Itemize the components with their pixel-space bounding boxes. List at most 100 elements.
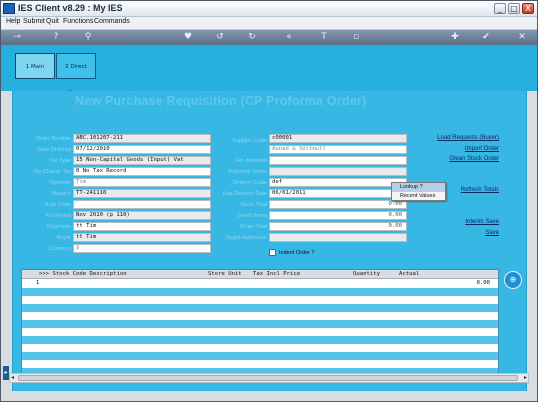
items-grid[interactable]: >>> Stock Code Description Store Unit Ta… xyxy=(21,269,499,381)
date-ordered-field[interactable]: 07/12/2010 xyxy=(73,145,211,154)
label-target-authoriser: Target Authoriser xyxy=(225,235,267,241)
close-icon[interactable]: ✕ xyxy=(515,31,529,44)
order-number-field[interactable]: ABC.101207-211 xyxy=(73,134,211,143)
label-delivery-code: Delivery Code xyxy=(232,180,267,186)
table-row[interactable] xyxy=(22,360,498,368)
menu-functions[interactable]: Functions xyxy=(63,18,93,25)
label-for-attention: For Attention xyxy=(235,158,267,164)
table-row[interactable] xyxy=(22,312,498,320)
table-row[interactable] xyxy=(22,304,498,312)
col-quantity[interactable]: Quantity xyxy=(353,271,380,277)
row-number: 1 xyxy=(36,280,40,286)
auth-code-field[interactable] xyxy=(73,200,211,209)
col-stock-code-description[interactable]: >>> Stock Code Description xyxy=(39,271,127,277)
load-requests-link[interactable]: Load Requests (Buyer) xyxy=(437,135,499,141)
interim-save-link[interactable]: Interim Save xyxy=(465,219,499,225)
label-tax-type: Tax Type xyxy=(49,158,71,164)
search-icon[interactable]: ⚲ xyxy=(81,31,95,44)
import-order-link[interactable]: Import Order xyxy=(465,146,499,152)
glean-stock-order-link[interactable]: Glean Stock Order xyxy=(449,156,499,162)
label-order-total: Order Total xyxy=(239,224,267,230)
last-icon[interactable]: T xyxy=(317,31,331,44)
grid-action-icon[interactable]: ⊕ xyxy=(504,271,522,289)
save-link[interactable]: Save xyxy=(485,230,499,236)
refresh-totals-link[interactable]: Refresh Totals xyxy=(461,187,499,193)
recharge-tax-field[interactable]: 0 No Tax Record xyxy=(73,167,211,176)
payment-terms-field[interactable] xyxy=(269,167,407,176)
label-for-period: For Period xyxy=(45,213,71,219)
label-payment-terms: Payment Terms xyxy=(228,169,267,175)
label-direct-items: Direct Items xyxy=(237,213,267,219)
table-row[interactable] xyxy=(22,320,498,328)
col-actual[interactable]: Actual xyxy=(399,271,419,277)
table-row[interactable] xyxy=(22,344,498,352)
tax-type-field[interactable]: 15 Non-Capital Goods (Input) Vat xyxy=(73,156,211,165)
grid-header: >>> Stock Code Description Store Unit Ta… xyxy=(22,270,498,279)
key-icon[interactable]: ⊸ xyxy=(7,31,27,44)
close-button[interactable]: X xyxy=(522,3,534,14)
col-tax-incl-price[interactable]: Tax Incl Price xyxy=(253,271,300,277)
menu-submit[interactable]: Submit xyxy=(23,18,45,25)
label-originator: Originator xyxy=(46,224,71,230)
exp-delivery-date-field[interactable]: 06/01/2011 xyxy=(269,189,407,198)
table-row[interactable] xyxy=(22,352,498,360)
order-total-field: 0.00 xyxy=(269,222,407,231)
buyer-field[interactable]: tt Tim xyxy=(73,233,211,242)
col-store-unit[interactable]: Store Unit xyxy=(208,271,242,277)
app-icon xyxy=(3,3,15,14)
label-currency: Currency xyxy=(48,246,71,252)
menu-commands[interactable]: Commands xyxy=(94,18,130,25)
toolbar: ⊸ ? ⚲ ♥ ↺ ↻ « T ▫ ✚ ✔ ✕ xyxy=(1,30,537,45)
maximize-button[interactable]: □ xyxy=(508,3,520,14)
save-icon[interactable]: ✔ xyxy=(479,31,493,44)
label-order-number: Order Number xyxy=(35,136,71,142)
for-period-field[interactable]: Nov 2010 (p 110) xyxy=(73,211,211,220)
info-icon[interactable]: ▫ xyxy=(349,31,363,44)
menu-quit[interactable]: Quit xyxy=(46,18,59,25)
label-buyer: Buyer xyxy=(56,235,71,241)
heart-icon[interactable]: ♥ xyxy=(181,31,195,44)
form-panel: New Purchase Requisition (CP Proforma Or… xyxy=(12,91,527,391)
originator-field[interactable]: tt Tim xyxy=(73,222,211,231)
scroll-right-icon[interactable]: ▸ xyxy=(524,374,527,381)
first-icon[interactable]: « xyxy=(282,31,296,44)
undo-icon[interactable]: ↺ xyxy=(213,31,227,44)
tab-main[interactable]: 1 Main xyxy=(15,53,55,79)
table-row[interactable] xyxy=(22,279,498,287)
batch-field[interactable]: TT-241110 xyxy=(73,189,211,198)
scroll-thumb[interactable] xyxy=(18,375,518,381)
indent-order-checkbox[interactable] xyxy=(269,249,276,256)
new-icon[interactable]: ✚ xyxy=(448,31,462,44)
lookup-popup-menu: Lookup ? Recent Values xyxy=(391,182,446,201)
label-stock-total: Stock Total xyxy=(240,202,267,208)
table-row[interactable] xyxy=(22,296,498,304)
delivery-code-field[interactable]: def xyxy=(269,178,407,187)
table-row[interactable] xyxy=(22,336,498,344)
table-row[interactable] xyxy=(22,328,498,336)
stock-total-field: 0.00 xyxy=(269,200,407,209)
minimize-button[interactable]: _ xyxy=(494,3,506,14)
page-title: New Purchase Requisition (CP Proforma Or… xyxy=(75,94,367,108)
menu-help[interactable]: Help xyxy=(6,18,20,25)
menu-bar: Help Submit Quit Functions Commands xyxy=(1,17,537,30)
horizontal-scrollbar[interactable]: ◂ ▸ xyxy=(9,373,529,383)
scroll-left-icon[interactable]: ◂ xyxy=(11,374,14,381)
indent-order-label: Indent Order ? xyxy=(279,250,315,256)
operator-field[interactable]: Tim xyxy=(73,178,211,187)
label-auth-code: Auth Code xyxy=(45,202,71,208)
table-row[interactable] xyxy=(22,288,498,296)
app-window: IES Client v8.29 : My IES _ □ X Help Sub… xyxy=(0,0,538,402)
label-recharge-tax: Re-Charge Tax xyxy=(34,169,71,175)
menu-item-lookup[interactable]: Lookup ? xyxy=(392,183,445,192)
for-attention-field[interactable] xyxy=(269,156,407,165)
target-authoriser-field[interactable] xyxy=(269,233,407,242)
redo-icon[interactable]: ↻ xyxy=(245,31,259,44)
menu-item-recent-values[interactable]: Recent Values xyxy=(392,192,445,201)
help-icon[interactable]: ? xyxy=(49,31,63,44)
label-batch: Batch # xyxy=(52,191,71,197)
window-title: IES Client v8.29 : My IES xyxy=(18,3,123,13)
supplier-code-field[interactable]: c00001 xyxy=(269,134,407,143)
row-actual-value: 0.00 xyxy=(476,280,490,286)
tab-direct-items[interactable]: 2 Direct Items xyxy=(56,53,96,96)
currency-field[interactable]: $ xyxy=(73,244,211,253)
